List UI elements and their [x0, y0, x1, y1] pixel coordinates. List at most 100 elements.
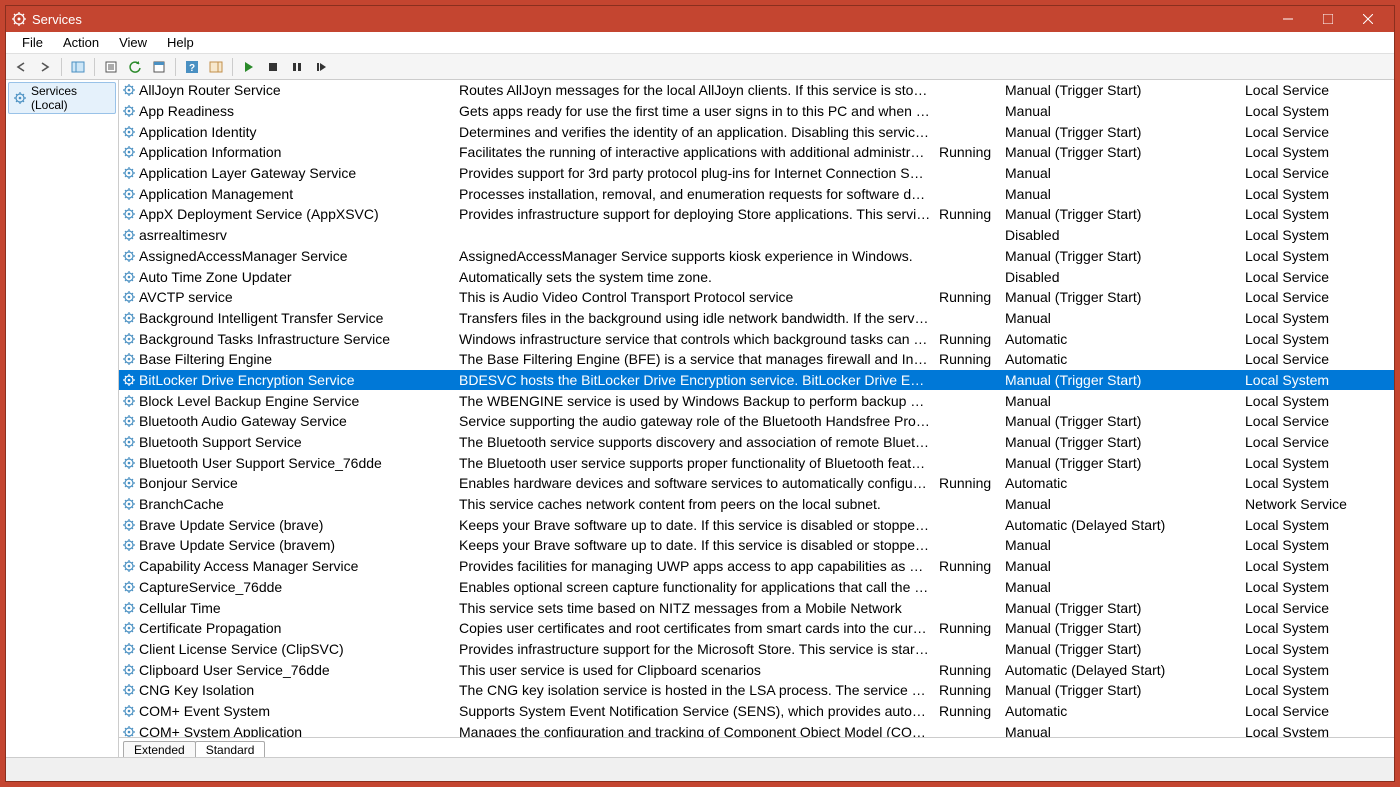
- service-row[interactable]: asrrealtimesrvDisabledLocal System: [119, 225, 1394, 246]
- service-row[interactable]: Background Tasks Infrastructure ServiceW…: [119, 328, 1394, 349]
- service-startup-type: Disabled: [1005, 227, 1245, 243]
- service-row[interactable]: Bluetooth User Support Service_76ddeThe …: [119, 452, 1394, 473]
- menu-action[interactable]: Action: [53, 33, 109, 52]
- service-description: Determines and verifies the identity of …: [459, 124, 939, 140]
- service-status: Running: [939, 331, 1005, 347]
- menu-view[interactable]: View: [109, 33, 157, 52]
- service-row[interactable]: Block Level Backup Engine ServiceThe WBE…: [119, 390, 1394, 411]
- service-description: Manages the configuration and tracking o…: [459, 724, 939, 737]
- service-row[interactable]: AllJoyn Router ServiceRoutes AllJoyn mes…: [119, 80, 1394, 101]
- pause-service-button[interactable]: [286, 56, 308, 78]
- service-row[interactable]: COM+ System ApplicationManages the confi…: [119, 721, 1394, 737]
- service-row[interactable]: Application ManagementProcesses installa…: [119, 183, 1394, 204]
- service-row[interactable]: Capability Access Manager ServiceProvide…: [119, 556, 1394, 577]
- help-button[interactable]: ?: [181, 56, 203, 78]
- service-startup-type: Manual: [1005, 165, 1245, 181]
- service-row[interactable]: Background Intelligent Transfer ServiceT…: [119, 308, 1394, 329]
- service-logon-as: Local System: [1245, 662, 1365, 678]
- service-row[interactable]: Bonjour ServiceEnables hardware devices …: [119, 473, 1394, 494]
- maximize-button[interactable]: [1308, 6, 1348, 32]
- service-name: Client License Service (ClipSVC): [139, 641, 459, 657]
- refresh-button[interactable]: [124, 56, 146, 78]
- menu-file[interactable]: File: [12, 33, 53, 52]
- gear-icon: [121, 165, 137, 181]
- gear-icon: [121, 206, 137, 222]
- service-logon-as: Local Service: [1245, 289, 1365, 305]
- service-row[interactable]: BitLocker Drive Encryption ServiceBDESVC…: [119, 370, 1394, 391]
- back-button[interactable]: [10, 56, 32, 78]
- service-row[interactable]: App ReadinessGets apps ready for use the…: [119, 101, 1394, 122]
- stop-service-button[interactable]: [262, 56, 284, 78]
- service-row[interactable]: Brave Update Service (brave)Keeps your B…: [119, 514, 1394, 535]
- service-status: Running: [939, 620, 1005, 636]
- close-button[interactable]: [1348, 6, 1388, 32]
- service-description: Supports System Event Notification Servi…: [459, 703, 939, 719]
- service-name: Clipboard User Service_76dde: [139, 662, 459, 678]
- service-startup-type: Manual: [1005, 579, 1245, 595]
- service-name: Block Level Backup Engine Service: [139, 393, 459, 409]
- service-logon-as: Local System: [1245, 144, 1365, 160]
- service-row[interactable]: Application InformationFacilitates the r…: [119, 142, 1394, 163]
- service-row[interactable]: Certificate PropagationCopies user certi…: [119, 618, 1394, 639]
- service-name: AssignedAccessManager Service: [139, 248, 459, 264]
- service-row[interactable]: AssignedAccessManager ServiceAssignedAcc…: [119, 246, 1394, 267]
- gear-icon: [121, 455, 137, 471]
- toolbar-separator: [94, 58, 95, 76]
- service-row[interactable]: Bluetooth Audio Gateway ServiceService s…: [119, 411, 1394, 432]
- statusbar: [6, 757, 1394, 781]
- service-row[interactable]: Bluetooth Support ServiceThe Bluetooth s…: [119, 432, 1394, 453]
- service-row[interactable]: Application IdentityDetermines and verif…: [119, 121, 1394, 142]
- tree-pane[interactable]: Services (Local): [6, 80, 119, 757]
- view-tabs: Extended Standard: [119, 737, 1394, 757]
- titlebar[interactable]: Services: [6, 6, 1394, 32]
- menubar: File Action View Help: [6, 32, 1394, 54]
- service-startup-type: Automatic: [1005, 703, 1245, 719]
- service-name: Background Intelligent Transfer Service: [139, 310, 459, 326]
- service-list[interactable]: AllJoyn Router ServiceRoutes AllJoyn mes…: [119, 80, 1394, 737]
- service-row[interactable]: BranchCacheThis service caches network c…: [119, 494, 1394, 515]
- service-row[interactable]: Base Filtering EngineThe Base Filtering …: [119, 349, 1394, 370]
- service-startup-type: Manual: [1005, 393, 1245, 409]
- service-row[interactable]: CNG Key IsolationThe CNG key isolation s…: [119, 680, 1394, 701]
- minimize-button[interactable]: [1268, 6, 1308, 32]
- service-row[interactable]: COM+ Event SystemSupports System Event N…: [119, 701, 1394, 722]
- service-row[interactable]: AppX Deployment Service (AppXSVC)Provide…: [119, 204, 1394, 225]
- service-row[interactable]: AVCTP serviceThis is Audio Video Control…: [119, 287, 1394, 308]
- service-name: Brave Update Service (brave): [139, 517, 459, 533]
- service-row[interactable]: Cellular TimeThis service sets time base…: [119, 597, 1394, 618]
- gear-icon: [121, 289, 137, 305]
- service-name: CaptureService_76dde: [139, 579, 459, 595]
- service-row[interactable]: CaptureService_76ddeEnables optional scr…: [119, 577, 1394, 598]
- service-description: The CNG key isolation service is hosted …: [459, 682, 939, 698]
- show-hide-action-pane-button[interactable]: [205, 56, 227, 78]
- service-logon-as: Local System: [1245, 620, 1365, 636]
- service-row[interactable]: Clipboard User Service_76ddeThis user se…: [119, 659, 1394, 680]
- service-logon-as: Local System: [1245, 517, 1365, 533]
- gear-icon: [121, 227, 137, 243]
- tree-root-services-local[interactable]: Services (Local): [8, 82, 116, 114]
- restart-service-button[interactable]: [310, 56, 332, 78]
- service-description: BDESVC hosts the BitLocker Drive Encrypt…: [459, 372, 939, 388]
- service-startup-type: Manual (Trigger Start): [1005, 434, 1245, 450]
- service-row[interactable]: Application Layer Gateway ServiceProvide…: [119, 163, 1394, 184]
- gear-icon: [121, 186, 137, 202]
- forward-button[interactable]: [34, 56, 56, 78]
- service-description: Windows infrastructure service that cont…: [459, 331, 939, 347]
- service-name: AVCTP service: [139, 289, 459, 305]
- service-description: Keeps your Brave software up to date. If…: [459, 537, 939, 553]
- service-row[interactable]: Client License Service (ClipSVC)Provides…: [119, 639, 1394, 660]
- gear-icon: [121, 620, 137, 636]
- gear-icon: [121, 331, 137, 347]
- tab-standard[interactable]: Standard: [195, 741, 266, 757]
- service-logon-as: Local System: [1245, 103, 1365, 119]
- service-row[interactable]: Brave Update Service (bravem)Keeps your …: [119, 535, 1394, 556]
- tab-extended[interactable]: Extended: [123, 741, 196, 757]
- service-logon-as: Local System: [1245, 558, 1365, 574]
- service-row[interactable]: Auto Time Zone UpdaterAutomatically sets…: [119, 266, 1394, 287]
- start-service-button[interactable]: [238, 56, 260, 78]
- export-list-button[interactable]: [100, 56, 122, 78]
- menu-help[interactable]: Help: [157, 33, 204, 52]
- properties-button[interactable]: [148, 56, 170, 78]
- show-hide-tree-button[interactable]: [67, 56, 89, 78]
- service-startup-type: Manual (Trigger Start): [1005, 248, 1245, 264]
